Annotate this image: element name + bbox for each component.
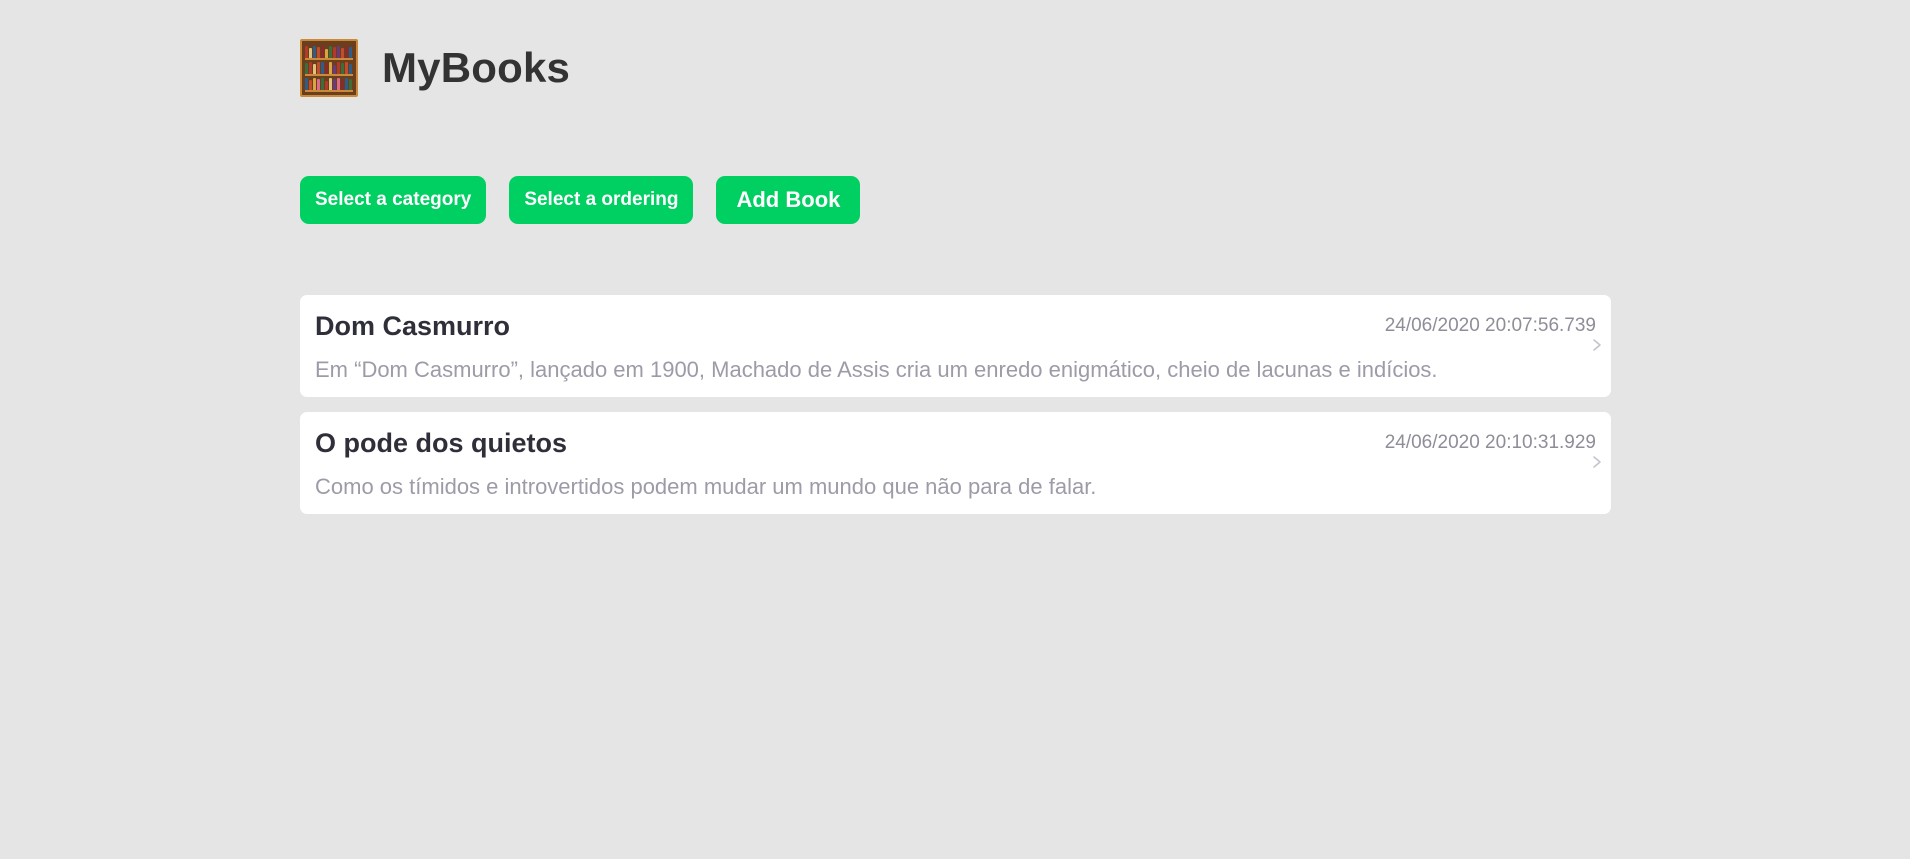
bookshelf-icon [300, 39, 358, 97]
select-ordering-button[interactable]: Select a ordering [509, 176, 694, 224]
book-card-dom-casmurro[interactable]: Dom Casmurro 24/06/2020 20:07:56.739 Em … [300, 295, 1611, 397]
book-title: O pode dos quietos [315, 428, 568, 458]
book-title: Dom Casmurro [315, 311, 511, 341]
book-date: 24/06/2020 20:07:56.739 [1384, 315, 1596, 336]
select-category-button[interactable]: Select a category [300, 176, 487, 224]
book-date: 24/06/2020 20:10:31.929 [1384, 432, 1596, 453]
toolbar: Select a category Select a ordering Add … [300, 176, 861, 224]
chevron-right-icon [1593, 456, 1601, 468]
app-title: MyBooks [382, 44, 571, 91]
chevron-right-icon [1593, 339, 1601, 351]
book-card-o-pode-dos-quietos[interactable]: O pode dos quietos 24/06/2020 20:10:31.9… [300, 412, 1611, 514]
book-description: Como os tímidos e introvertidos podem mu… [315, 474, 1097, 499]
book-list: Dom Casmurro 24/06/2020 20:07:56.739 Em … [300, 295, 1611, 529]
add-book-button[interactable]: Add Book [716, 176, 861, 224]
app-header: MyBooks [300, 38, 570, 98]
book-description: Em “Dom Casmurro”, lançado em 1900, Mach… [315, 357, 1438, 382]
